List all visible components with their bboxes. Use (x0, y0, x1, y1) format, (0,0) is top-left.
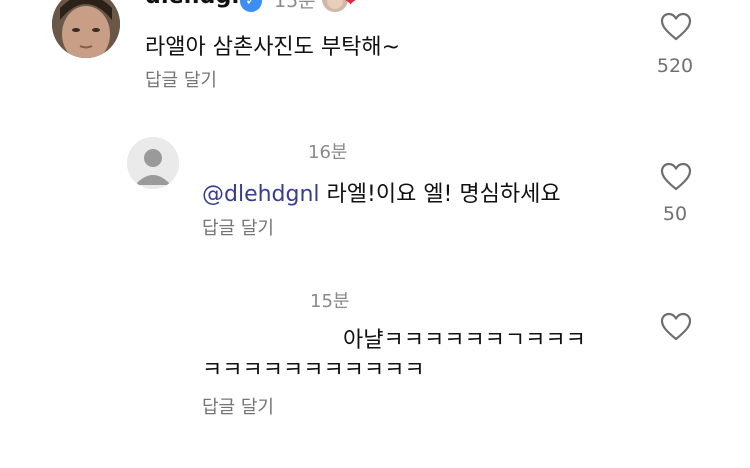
avatar[interactable] (127, 137, 179, 189)
like-count: 50 (662, 203, 688, 225)
heart-filled-icon: ❤ (343, 0, 359, 11)
like-count: 520 (656, 55, 694, 77)
timestamp: 16분 (308, 142, 348, 163)
comment-body: 라엘!이요 엘! 명심하세요 (326, 182, 561, 207)
heart-outline-icon[interactable] (660, 312, 692, 342)
profile-photo (52, 0, 120, 58)
comment-text-line1: 아냘ㅋㅋㅋㅋㅋㅋㄱㅋㅋㅋ (343, 328, 586, 353)
reply-button[interactable]: 답글 달기 (202, 214, 274, 240)
avatar[interactable] (52, 0, 120, 58)
username[interactable]: dlehdgnl (145, 0, 255, 9)
reply-button[interactable]: 답글 달기 (145, 66, 217, 92)
comment-text-line2: ㅋㅋㅋㅋㅋㅋㅋㅋㅋㅋㅋ (202, 358, 425, 383)
comment-text: 라앨아 삼촌사진도 부탁해~ (145, 35, 401, 60)
heart-outline-icon[interactable] (660, 162, 692, 192)
heart-outline-icon[interactable] (660, 12, 692, 42)
reply-button[interactable]: 답글 달기 (202, 393, 274, 419)
mention-link[interactable]: @dlehdgnl (202, 182, 320, 207)
timestamp: 15분 (274, 0, 316, 12)
timestamp: 15분 (310, 291, 350, 312)
person-silhouette-icon (127, 137, 179, 189)
comment-text: @dlehdgnl 라엘!이요 엘! 명심하세요 (202, 176, 561, 208)
verified-badge-icon: ✓ (240, 0, 262, 12)
